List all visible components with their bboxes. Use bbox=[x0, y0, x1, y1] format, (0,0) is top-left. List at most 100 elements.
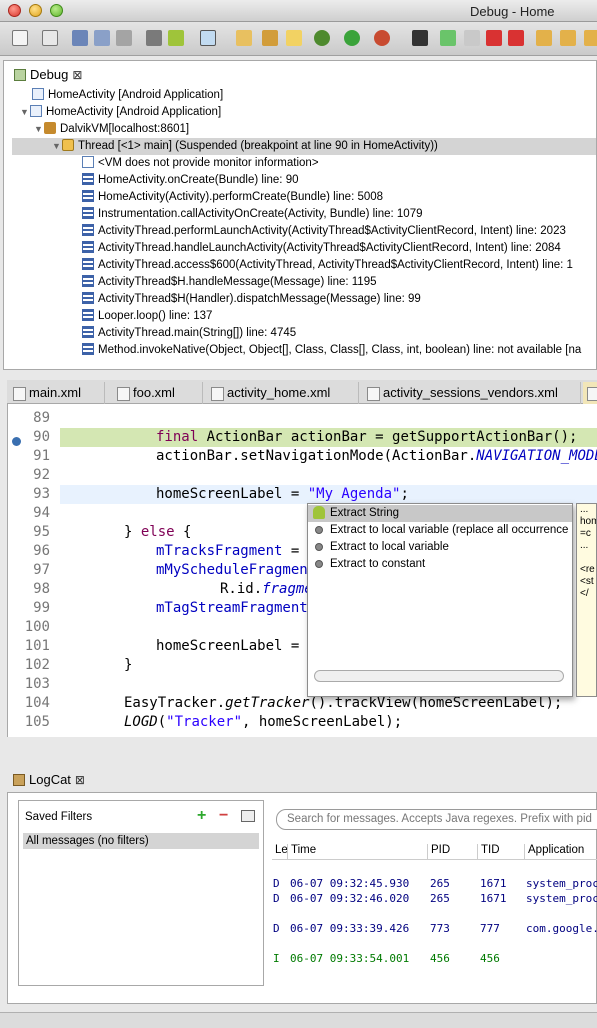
logcat-table-header: Le Time PID TID Application bbox=[272, 841, 597, 860]
new-icon[interactable] bbox=[12, 30, 28, 46]
code-line: 92 bbox=[33, 467, 50, 483]
quick-assist-item-extract-string[interactable]: Extract String bbox=[308, 505, 572, 522]
col-application[interactable]: Application bbox=[524, 844, 584, 860]
run-icon[interactable] bbox=[344, 30, 360, 46]
window-titlebar: Debug - Home bbox=[0, 0, 597, 22]
tree-item[interactable]: <VM does not provide monitor information… bbox=[82, 155, 319, 172]
logcat-tab[interactable]: LogCat ⊠ bbox=[7, 769, 91, 791]
tab-main-xml[interactable]: main.xml bbox=[9, 382, 105, 404]
save-icon[interactable] bbox=[72, 30, 88, 46]
save-all-icon[interactable] bbox=[94, 30, 110, 46]
stack-frame-icon bbox=[82, 190, 94, 202]
saved-filters-panel: Saved Filters + − All messages (no filte… bbox=[18, 800, 264, 986]
tab-activity-home-xml[interactable]: activity_home.xml bbox=[207, 382, 359, 404]
tree-item-selected-thread[interactable]: ▼ Thread [<1> main] (Suspended (breakpoin… bbox=[12, 138, 596, 155]
proposal-icon bbox=[315, 560, 323, 568]
window-title: Debug - Home bbox=[470, 4, 555, 19]
step-over-icon[interactable] bbox=[560, 30, 576, 46]
remove-filter-icon[interactable]: − bbox=[219, 807, 228, 825]
col-pid[interactable]: PID bbox=[427, 844, 450, 860]
col-tid[interactable]: TID bbox=[477, 844, 500, 860]
print-icon[interactable] bbox=[116, 30, 132, 46]
launch-icon bbox=[30, 105, 42, 117]
stack-frame-icon bbox=[82, 224, 94, 236]
collapse-arrow-icon[interactable]: ▼ bbox=[20, 104, 30, 121]
minimize-window-button[interactable] bbox=[29, 4, 42, 17]
tree-item[interactable]: HomeActivity [Android Application] bbox=[32, 87, 223, 104]
col-level[interactable]: Le bbox=[272, 844, 288, 860]
skip-breakpoints-icon[interactable] bbox=[412, 30, 428, 46]
log-row[interactable]: D 06-07 09:32:45.930 265 1671 system_proc bbox=[272, 876, 597, 891]
debug-tab-label: Debug bbox=[30, 67, 69, 82]
log-row[interactable]: I 06-07 09:33:54.001 456 456 bbox=[272, 951, 597, 966]
collapse-arrow-icon[interactable]: ▼ bbox=[34, 121, 44, 138]
stack-frame[interactable]: ActivityThread.access$600(ActivityThread… bbox=[82, 257, 573, 274]
tree-item[interactable]: ▼ DalvikVM[localhost:8601] bbox=[34, 121, 189, 138]
stack-frame-icon bbox=[82, 326, 94, 338]
android-sdk-icon[interactable] bbox=[146, 30, 162, 46]
stack-frame[interactable]: Looper.loop() line: 137 bbox=[82, 308, 212, 325]
terminate-icon[interactable] bbox=[486, 30, 502, 46]
step-into-icon[interactable] bbox=[536, 30, 552, 46]
debug-icon[interactable] bbox=[314, 30, 330, 46]
tab-active-java[interactable] bbox=[583, 382, 597, 404]
disconnect-icon[interactable] bbox=[508, 30, 524, 46]
open-type-icon[interactable] bbox=[236, 30, 252, 46]
stack-frame-icon bbox=[82, 309, 94, 321]
new-dropdown-icon[interactable] bbox=[42, 30, 58, 46]
tab-foo-xml[interactable]: foo.xml bbox=[113, 382, 203, 404]
stack-frame-icon bbox=[82, 258, 94, 270]
monitor-info-icon bbox=[82, 156, 94, 168]
edit-filter-icon[interactable] bbox=[241, 810, 255, 822]
external-tools-icon[interactable] bbox=[374, 30, 390, 46]
debug-view-tab[interactable]: Debug ⊠ bbox=[8, 64, 88, 86]
android-icon bbox=[313, 506, 325, 519]
stack-frame[interactable]: Instrumentation.callActivityOnCreate(Act… bbox=[82, 206, 423, 223]
collapse-arrow-icon[interactable]: ▼ bbox=[52, 138, 62, 155]
quick-assist-item[interactable]: Extract to local variable (replace all o… bbox=[308, 522, 572, 539]
editor-tab-bar: main.xml foo.xml activity_home.xml activ… bbox=[7, 380, 597, 404]
search-icon[interactable] bbox=[262, 30, 278, 46]
zoom-window-button[interactable] bbox=[50, 4, 63, 17]
stack-frame[interactable]: ActivityThread.handleLaunchActivity(Acti… bbox=[82, 240, 561, 257]
quick-assist-item[interactable]: Extract to constant bbox=[308, 556, 572, 573]
resume-icon[interactable] bbox=[440, 30, 456, 46]
suspend-icon[interactable] bbox=[464, 30, 480, 46]
horizontal-scrollbar[interactable] bbox=[314, 670, 564, 682]
log-row[interactable]: D 06-07 09:33:39.426 773 777 com.google. bbox=[272, 921, 597, 936]
close-icon[interactable]: ⊠ bbox=[72, 68, 82, 82]
stack-frame[interactable]: HomeActivity.onCreate(Bundle) line: 90 bbox=[82, 172, 299, 189]
launch-icon bbox=[32, 88, 44, 100]
stack-frame-icon bbox=[82, 173, 94, 185]
stack-frame[interactable]: HomeActivity(Activity).performCreate(Bun… bbox=[82, 189, 383, 206]
add-filter-icon[interactable]: + bbox=[197, 807, 206, 825]
stack-frame[interactable]: ActivityThread$H(Handler).dispatchMessag… bbox=[82, 291, 421, 308]
saved-filters-label: Saved Filters bbox=[25, 811, 93, 823]
tree-item[interactable]: ▼ HomeActivity [Android Application] bbox=[20, 104, 221, 121]
proposal-icon bbox=[315, 526, 323, 534]
open-resource-icon[interactable] bbox=[286, 30, 302, 46]
stack-frame-icon bbox=[82, 343, 94, 355]
main-toolbar bbox=[0, 22, 597, 56]
col-time[interactable]: Time bbox=[287, 844, 316, 860]
checklist-icon[interactable] bbox=[200, 30, 216, 46]
suspended-thread-icon bbox=[62, 139, 74, 151]
filter-item-all-messages[interactable]: All messages (no filters) bbox=[23, 833, 259, 849]
android-avd-icon[interactable] bbox=[168, 30, 184, 46]
close-icon[interactable]: ⊠ bbox=[75, 773, 85, 787]
step-return-icon[interactable] bbox=[584, 30, 597, 46]
logcat-view: Saved Filters + − All messages (no filte… bbox=[7, 792, 597, 1004]
log-row[interactable]: D 06-07 09:32:46.020 265 1671 system_proc bbox=[272, 891, 597, 906]
debug-tree: HomeActivity [Android Application] ▼ Home… bbox=[4, 87, 596, 369]
search-input[interactable]: Search for messages. Accepts Java regexe… bbox=[276, 809, 597, 830]
code-line-current: 93 homeScreenLabel = "My Agenda"; bbox=[8, 485, 597, 504]
stack-frame-icon bbox=[82, 207, 94, 219]
stack-frame[interactable]: ActivityThread$H.handleMessage(Message) … bbox=[82, 274, 377, 291]
stack-frame[interactable]: Method.invokeNative(Object, Object[], Cl… bbox=[82, 342, 581, 359]
quick-assist-item[interactable]: Extract to local variable bbox=[308, 539, 572, 556]
stack-frame[interactable]: ActivityThread.performLaunchActivity(Act… bbox=[82, 223, 566, 240]
close-window-button[interactable] bbox=[8, 4, 21, 17]
stack-frame[interactable]: ActivityThread.main(String[]) line: 4745 bbox=[82, 325, 296, 342]
code-line: 91 actionBar.setNavigationMode(ActionBar.… bbox=[33, 448, 597, 464]
tab-activity-sessions-vendors-xml[interactable]: activity_sessions_vendors.xml bbox=[363, 382, 581, 404]
